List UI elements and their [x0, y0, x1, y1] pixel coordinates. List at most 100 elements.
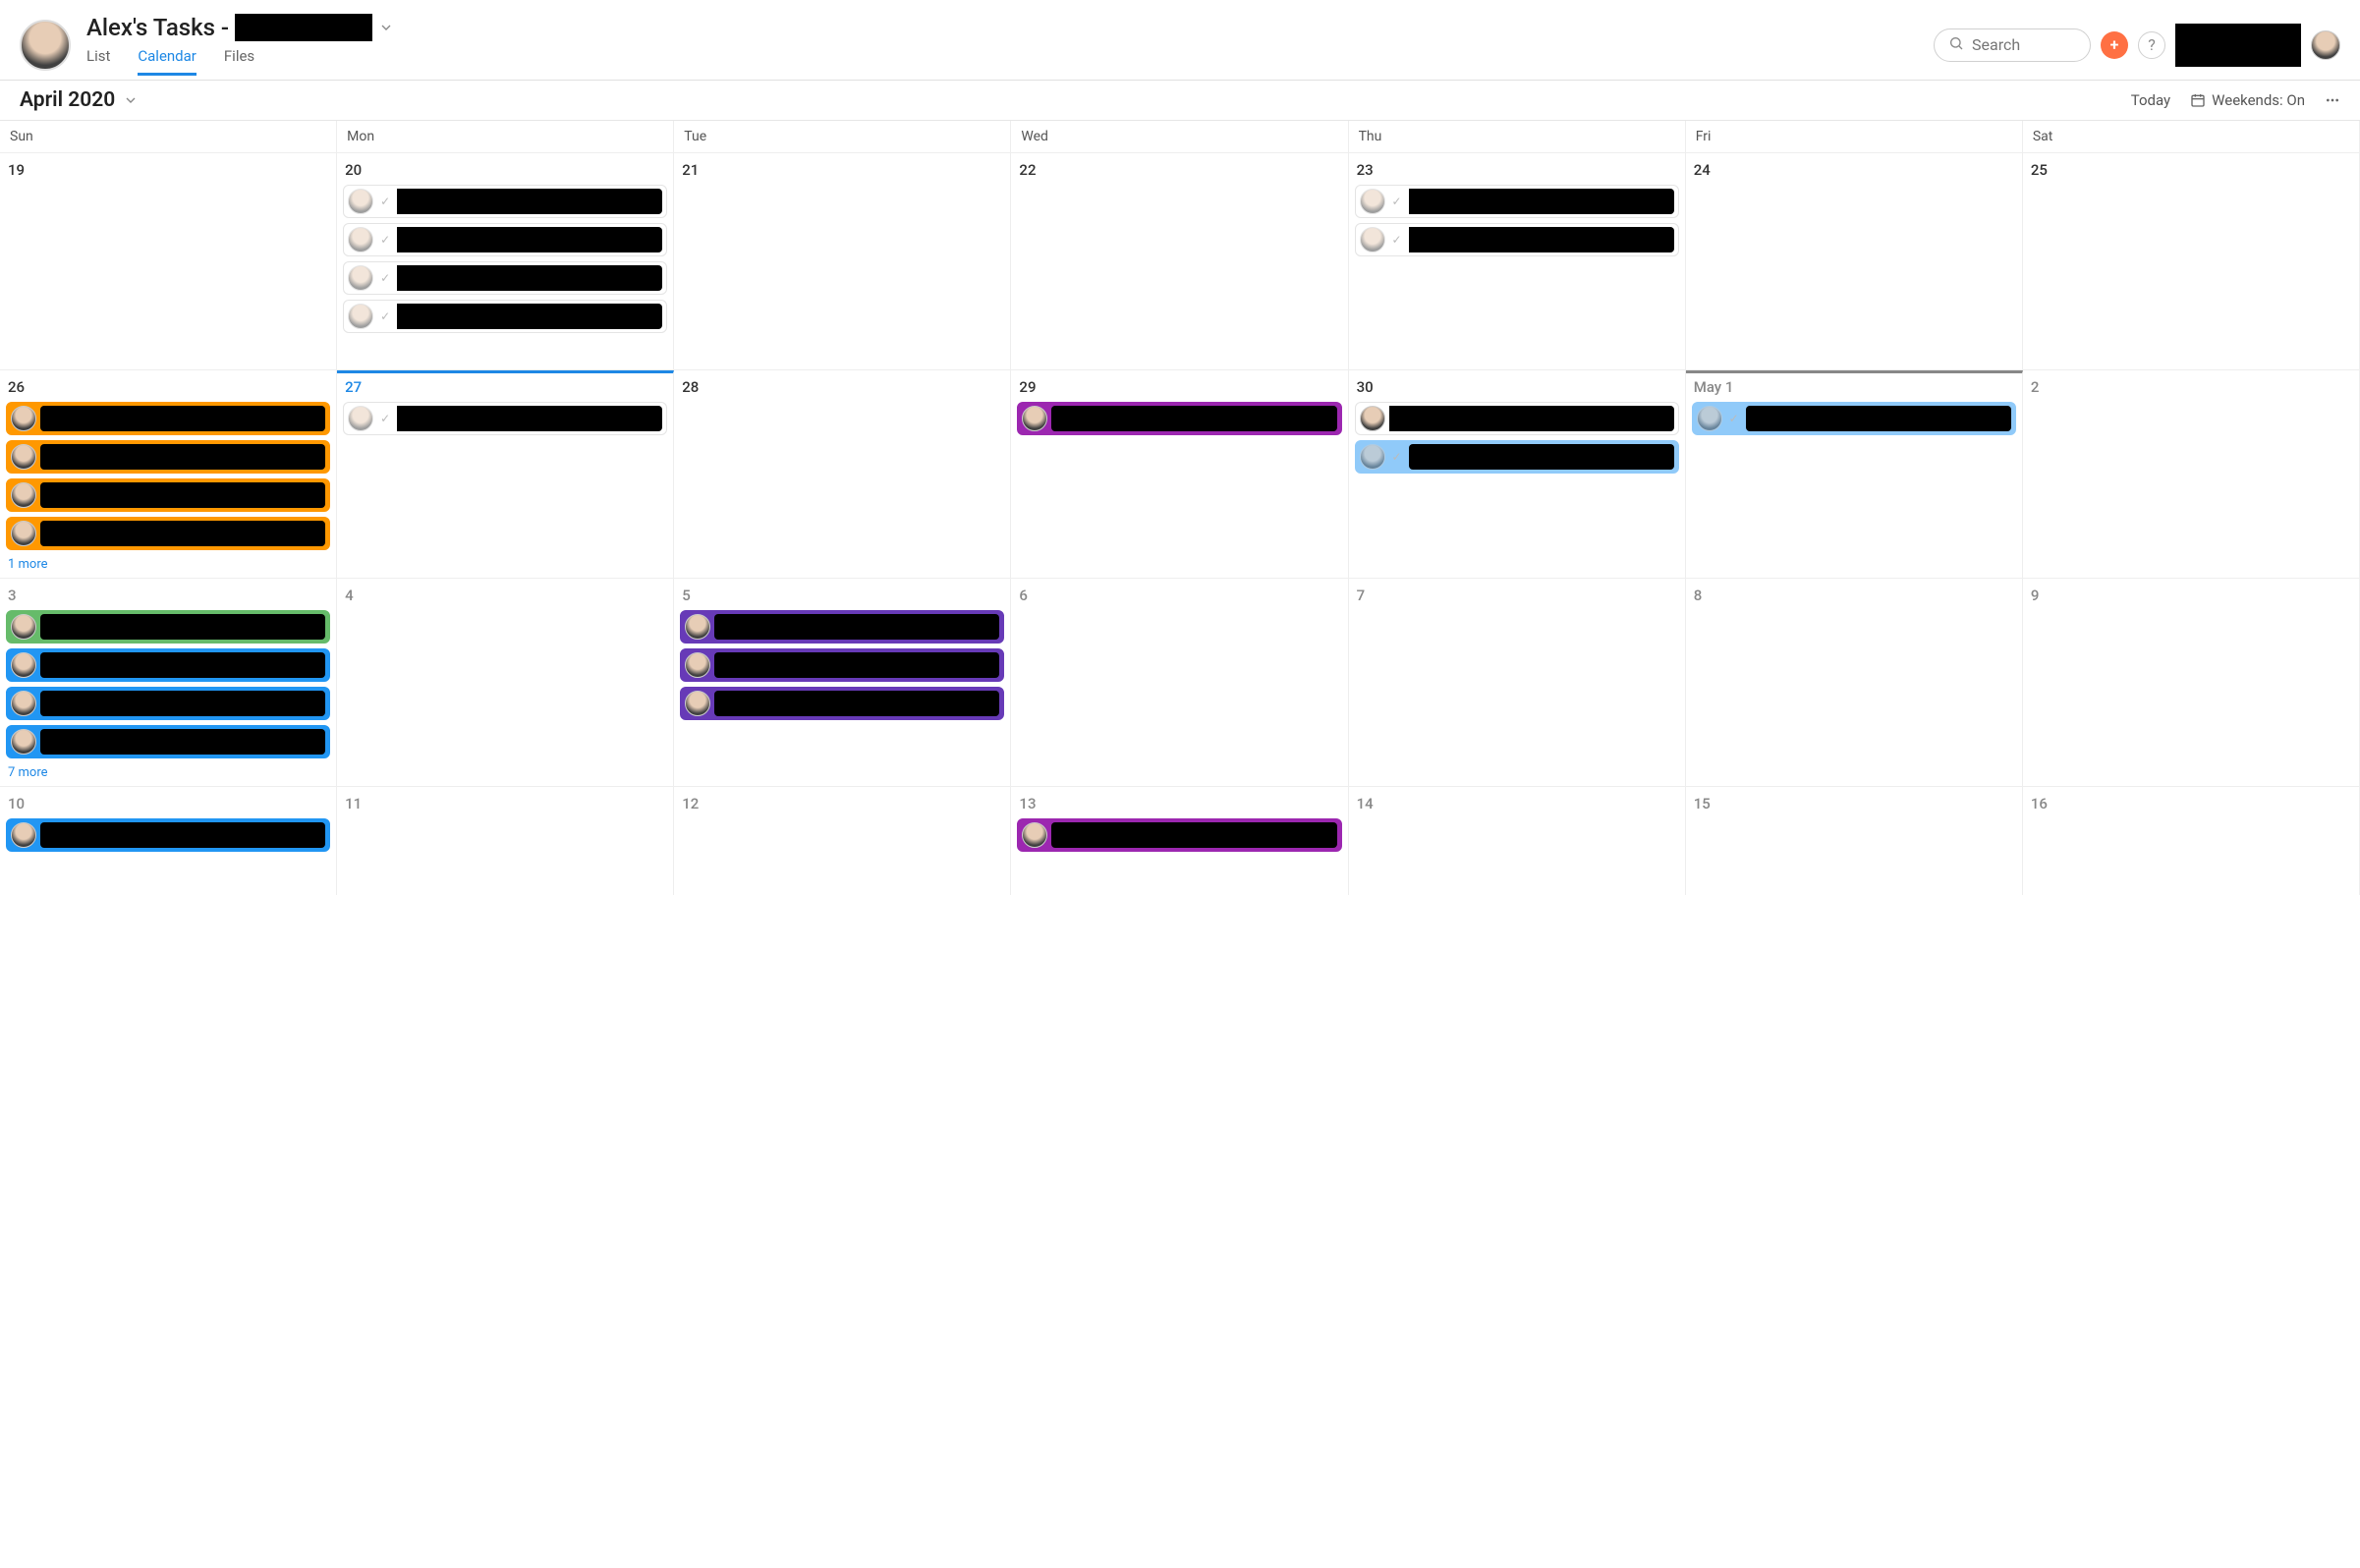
- task-avatar: [11, 729, 36, 755]
- task-card[interactable]: ✓: [343, 300, 667, 333]
- user-avatar[interactable]: [2311, 30, 2340, 60]
- task-card[interactable]: [6, 818, 330, 852]
- calendar-day[interactable]: 28: [674, 370, 1011, 578]
- calendar-day[interactable]: 20✓✓✓✓: [337, 153, 674, 369]
- calendar-day[interactable]: 21: [674, 153, 1011, 369]
- task-label-redacted: [714, 691, 999, 716]
- more-button[interactable]: [2325, 92, 2340, 108]
- calendar-grid: 1920✓✓✓✓212223✓✓2425261 more27✓282930✓Ma…: [0, 152, 2360, 895]
- weekends-toggle[interactable]: Weekends: On: [2190, 91, 2305, 109]
- day-number: May 1: [1692, 376, 2016, 402]
- top-bar: Alex's Tasks - List Calendar Files + ?: [0, 0, 2360, 81]
- tab-list[interactable]: List: [86, 47, 110, 76]
- tab-files[interactable]: Files: [224, 47, 254, 76]
- task-label-redacted: [397, 406, 662, 431]
- task-card[interactable]: [680, 648, 1004, 682]
- calendar-day[interactable]: 23✓✓: [1349, 153, 1686, 369]
- weekday-label: Fri: [1686, 121, 2023, 152]
- task-label-redacted: [714, 652, 999, 678]
- day-number: 12: [680, 793, 1004, 818]
- weekday-label: Sat: [2023, 121, 2360, 152]
- task-card[interactable]: [6, 517, 330, 550]
- task-card[interactable]: [1017, 818, 1341, 852]
- calendar-day[interactable]: 8: [1686, 579, 2023, 786]
- check-icon: ✓: [1726, 412, 1742, 425]
- calendar-day[interactable]: 19: [0, 153, 337, 369]
- chevron-down-icon[interactable]: [378, 20, 394, 35]
- check-icon: ✓: [377, 309, 393, 323]
- calendar-day[interactable]: 14: [1349, 787, 1686, 895]
- task-avatar: [348, 406, 373, 431]
- task-card[interactable]: ✓: [343, 223, 667, 256]
- day-number: 28: [680, 376, 1004, 402]
- task-card[interactable]: [6, 687, 330, 720]
- calendar-day[interactable]: 30✓: [1349, 370, 1686, 578]
- calendar-day[interactable]: 37 more: [0, 579, 337, 786]
- task-card[interactable]: ✓: [1355, 185, 1679, 218]
- task-card[interactable]: [6, 725, 330, 758]
- task-card[interactable]: ✓: [1355, 440, 1679, 474]
- task-avatar: [1360, 227, 1385, 252]
- task-avatar: [11, 652, 36, 678]
- calendar-day[interactable]: 7: [1349, 579, 1686, 786]
- calendar-day[interactable]: 2: [2023, 370, 2360, 578]
- task-card[interactable]: [1355, 402, 1679, 435]
- task-avatar: [348, 227, 373, 252]
- task-card[interactable]: [6, 648, 330, 682]
- calendar-day[interactable]: May 1 ✓: [1686, 370, 2023, 578]
- task-label-redacted: [40, 729, 325, 755]
- check-icon: ✓: [377, 271, 393, 285]
- calendar-day[interactable]: 9: [2023, 579, 2360, 786]
- task-card[interactable]: [6, 402, 330, 435]
- help-button[interactable]: ?: [2138, 31, 2165, 59]
- calendar-day[interactable]: 11: [337, 787, 674, 895]
- calendar-day[interactable]: 12: [674, 787, 1011, 895]
- task-card[interactable]: ✓: [343, 185, 667, 218]
- task-avatar: [348, 265, 373, 291]
- task-card[interactable]: [680, 687, 1004, 720]
- today-button[interactable]: Today: [2131, 91, 2170, 109]
- task-avatar: [1360, 444, 1385, 470]
- day-number: 6: [1017, 585, 1341, 610]
- more-link[interactable]: 7 more: [6, 763, 330, 782]
- day-number: 10: [6, 793, 330, 818]
- task-card[interactable]: ✓: [343, 261, 667, 295]
- task-card[interactable]: [6, 478, 330, 512]
- task-card[interactable]: ✓: [1692, 402, 2016, 435]
- task-label-redacted: [40, 652, 325, 678]
- task-card[interactable]: [6, 440, 330, 474]
- task-card[interactable]: ✓: [1355, 223, 1679, 256]
- topbar-right: + ?: [1934, 24, 2340, 67]
- calendar-day[interactable]: 25: [2023, 153, 2360, 369]
- calendar-day[interactable]: 13: [1011, 787, 1348, 895]
- calendar-day[interactable]: 5: [674, 579, 1011, 786]
- weekday-header: SunMonTueWedThuFriSat: [0, 121, 2360, 152]
- task-card[interactable]: [6, 610, 330, 644]
- calendar-day[interactable]: 10: [0, 787, 337, 895]
- task-card[interactable]: [680, 610, 1004, 644]
- calendar-day[interactable]: 29: [1011, 370, 1348, 578]
- task-avatar: [1022, 822, 1047, 848]
- day-number: 9: [2029, 585, 2353, 610]
- task-label-redacted: [40, 406, 325, 431]
- tab-calendar[interactable]: Calendar: [138, 47, 197, 76]
- calendar-day[interactable]: 4: [337, 579, 674, 786]
- calendar-day[interactable]: 16: [2023, 787, 2360, 895]
- task-card[interactable]: [1017, 402, 1341, 435]
- owner-avatar[interactable]: [20, 20, 71, 71]
- month-chevron-icon[interactable]: [123, 92, 139, 108]
- task-card[interactable]: ✓: [343, 402, 667, 435]
- calendar-day[interactable]: 24: [1686, 153, 2023, 369]
- more-link[interactable]: 1 more: [6, 555, 330, 574]
- add-button[interactable]: +: [2101, 31, 2128, 59]
- calendar-day[interactable]: 261 more: [0, 370, 337, 578]
- calendar-day[interactable]: 22: [1011, 153, 1348, 369]
- calendar-day[interactable]: 15: [1686, 787, 2023, 895]
- search-box[interactable]: [1934, 28, 2091, 62]
- calendar-day[interactable]: 6: [1011, 579, 1348, 786]
- weekday-label: Thu: [1349, 121, 1686, 152]
- search-input[interactable]: [1972, 35, 2076, 54]
- calendar-day[interactable]: 27✓: [337, 370, 674, 578]
- calendar-week: 1920✓✓✓✓212223✓✓2425: [0, 152, 2360, 369]
- task-avatar: [348, 189, 373, 214]
